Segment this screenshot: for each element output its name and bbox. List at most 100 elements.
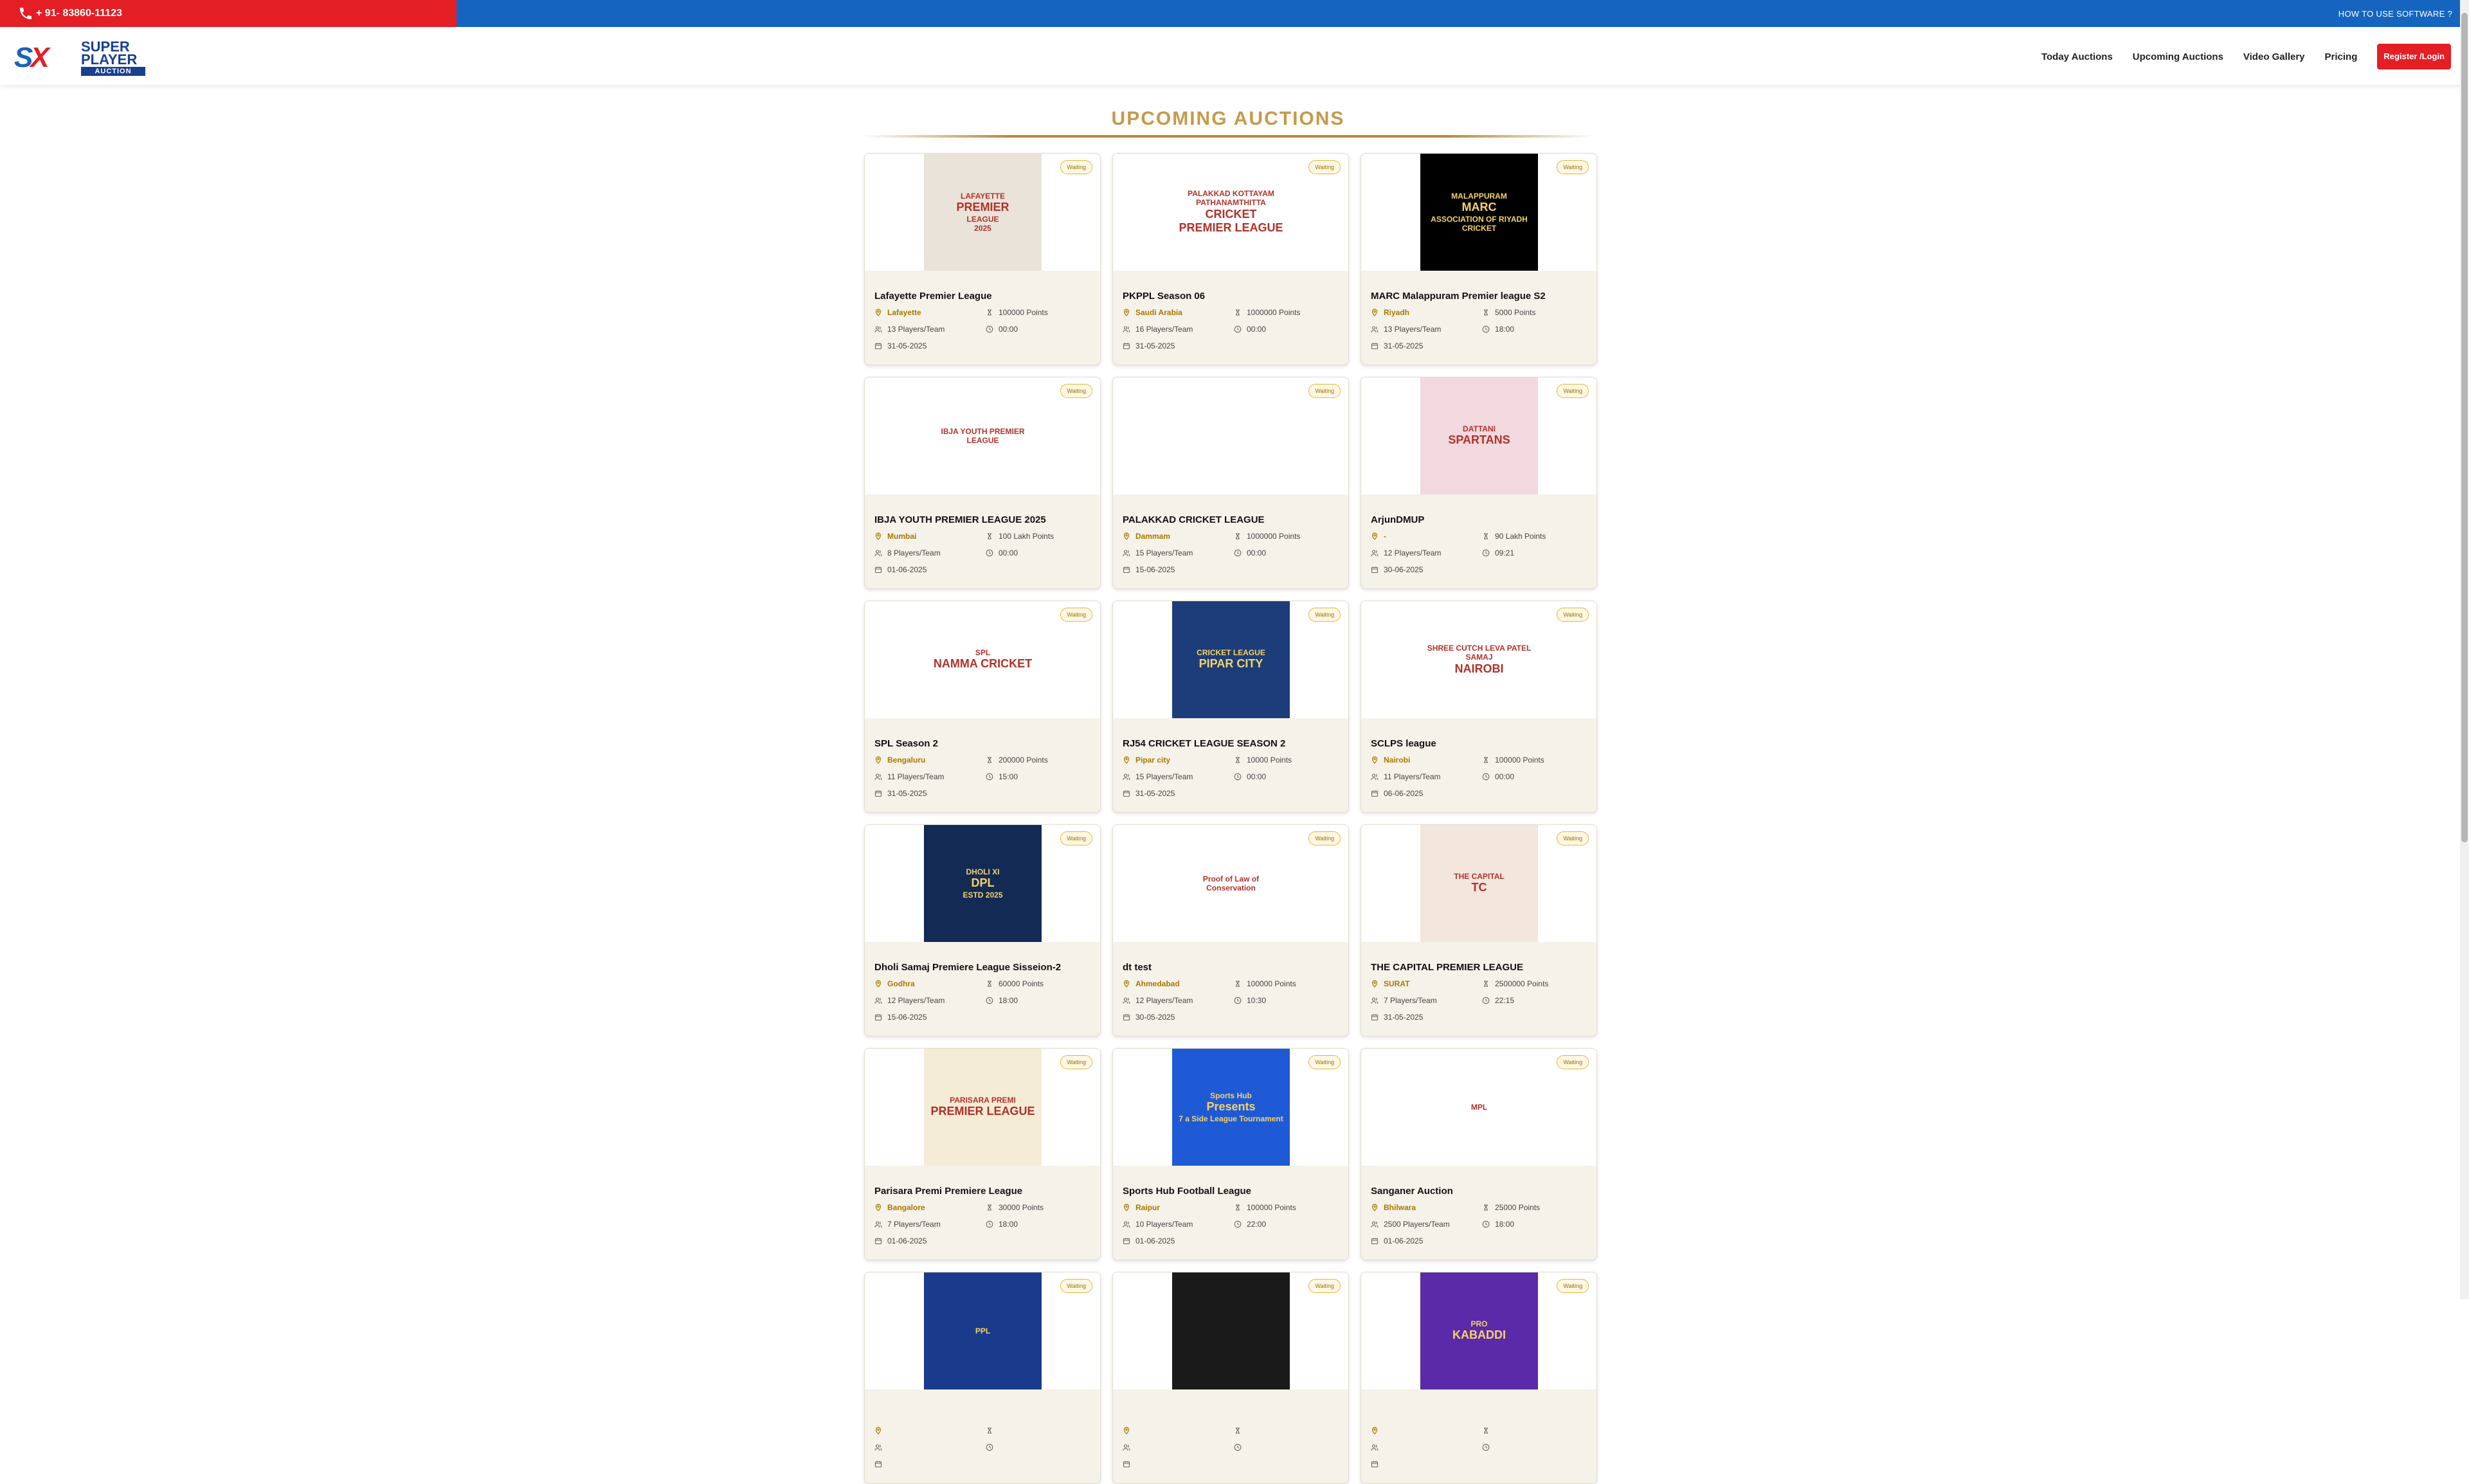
logo-text: KABADDI xyxy=(1452,1328,1506,1342)
nav-pricing[interactable]: Pricing xyxy=(2325,51,2358,62)
auction-logo-area[interactable]: MALAPPURAM MARC ASSOCIATION OF RIYADH CRIC… xyxy=(1361,154,1596,271)
auction-card[interactable]: THE CAPITAL TC Waiting THE CAPITAL PREMIER … xyxy=(1361,824,1597,1036)
points-icon xyxy=(1236,309,1240,316)
auction-title[interactable]: Dholi Samaj Premiere League Sisseion-2 xyxy=(874,962,1061,973)
points-text: 90 Lakh Points xyxy=(1495,532,1546,541)
calendar-icon xyxy=(1371,1238,1379,1245)
auction-card[interactable]: Waiting xyxy=(1112,1272,1349,1484)
league-logo: PALAKKAD KOTTAYAM PATHANAMTHITTA CRICKET … xyxy=(1172,154,1290,271)
auction-card[interactable]: PRO KABADDI Waiting xyxy=(1361,1272,1597,1484)
auction-location: Lafayette xyxy=(874,308,921,317)
date-text: 31-05-2025 xyxy=(887,341,927,350)
auction-title[interactable]: Parisara Premi Premiere League xyxy=(874,1186,1022,1197)
auction-logo-area[interactable]: CRICKET LEAGUE PIPAR CITY Waiting xyxy=(1113,601,1348,718)
status-badge: Waiting xyxy=(1557,608,1589,622)
nav-upcoming-auctions[interactable]: Upcoming Auctions xyxy=(2133,51,2223,62)
auction-logo-area[interactable]: DHOLI XI DPL ESTD 2025 Waiting xyxy=(865,825,1100,942)
players-icon xyxy=(1123,774,1130,781)
points-icon xyxy=(1236,1427,1240,1434)
phone-number[interactable]: + 91- 83860-11123 xyxy=(36,8,122,19)
points-icon xyxy=(988,981,991,987)
points-icon xyxy=(988,533,991,539)
location-text: Bengaluru xyxy=(887,756,926,765)
auction-card[interactable]: Sports Hub Presents 7 a Side League Tourna… xyxy=(1112,1048,1349,1260)
auction-card[interactable]: PPL Waiting xyxy=(864,1272,1101,1484)
time-icon xyxy=(1482,997,1490,1004)
auction-card[interactable]: Proof of Law of Conservation Waiting dt te… xyxy=(1112,824,1349,1036)
auction-logo-area[interactable]: IBJA YOUTH PREMIER LEAGUE Waiting xyxy=(865,377,1100,494)
auction-title[interactable]: PKPPL Season 06 xyxy=(1123,291,1205,302)
auction-title[interactable]: Sanganer Auction xyxy=(1371,1186,1453,1197)
league-logo: THE CAPITAL TC xyxy=(1420,825,1538,942)
auction-logo-area[interactable]: PPL Waiting xyxy=(865,1272,1100,1389)
auction-title[interactable]: MARC Malappuram Premier league S2 xyxy=(1371,291,1546,302)
auction-card[interactable]: DHOLI XI DPL ESTD 2025 Waiting Dholi Samaj P… xyxy=(864,824,1101,1036)
auction-card[interactable]: LAFAYETTE PREMIER LEAGUE 2025 Waiting Lafayet… xyxy=(864,153,1101,365)
auction-logo-area[interactable]: PALAKKAD KOTTAYAM PATHANAMTHITTA CRICKET … xyxy=(1113,154,1348,271)
auction-logo-area[interactable]: Waiting xyxy=(1113,1272,1348,1389)
auction-logo-area[interactable]: MPL Waiting xyxy=(1361,1049,1596,1166)
auction-card[interactable]: DATTANI SPARTANS Waiting ArjunDMUP - 90 Lakh … xyxy=(1361,377,1597,589)
phone-bar[interactable]: + 91- 83860-11123 xyxy=(0,0,457,27)
auction-logo-area[interactable]: THE CAPITAL TC Waiting xyxy=(1361,825,1596,942)
scrollbar-thumb[interactable] xyxy=(2461,13,2468,842)
status-badge: Waiting xyxy=(1308,608,1341,622)
auction-card[interactable]: IBJA YOUTH PREMIER LEAGUE Waiting IBJA YOU… xyxy=(864,377,1101,589)
auction-logo-area[interactable]: Sports Hub Presents 7 a Side League Tourna… xyxy=(1113,1049,1348,1166)
location-icon xyxy=(1123,309,1130,316)
auction-logo-area[interactable]: SHREE CUTCH LEVA PATEL SAMAJ NAIROBI Waiti… xyxy=(1361,601,1596,718)
points-text: 25000 Points xyxy=(1495,1203,1541,1212)
players-icon xyxy=(1371,1444,1379,1451)
auction-logo-area[interactable]: LAFAYETTE PREMIER LEAGUE 2025 Waiting xyxy=(865,154,1100,271)
time-text: 15:00 xyxy=(999,772,1018,781)
players-text: 8 Players/Team xyxy=(887,548,941,557)
points-text: 100000 Points xyxy=(1247,1203,1296,1212)
auction-logo-area[interactable]: SPL NAMMA CRICKET Waiting xyxy=(865,601,1100,718)
auction-points: 100000 Points xyxy=(1482,756,1544,765)
calendar-icon xyxy=(1371,1014,1379,1021)
auction-card[interactable]: PALAKKAD KOTTAYAM PATHANAMTHITTA CRICKET … xyxy=(1112,153,1349,365)
brand-logo[interactable]: SX SUPER PLAYER AUCTION xyxy=(14,40,146,76)
auction-card[interactable]: MALAPPURAM MARC ASSOCIATION OF RIYADH CRIC… xyxy=(1361,153,1597,365)
auction-title[interactable]: PALAKKAD CRICKET LEAGUE xyxy=(1123,514,1265,525)
time-text: 00:00 xyxy=(1247,772,1267,781)
auction-title[interactable]: SCLPS league xyxy=(1371,738,1436,749)
auction-logo-area[interactable]: DATTANI SPARTANS Waiting xyxy=(1361,377,1596,494)
auction-logo-area[interactable]: Waiting xyxy=(1113,377,1348,494)
auction-points: 100000 Points xyxy=(1234,1203,1296,1212)
auction-logo-area[interactable]: Proof of Law of Conservation Waiting xyxy=(1113,825,1348,942)
location-text: Bhilwara xyxy=(1384,1203,1416,1212)
brand-word-3: AUCTION xyxy=(81,67,145,76)
auction-card[interactable]: Waiting PALAKKAD CRICKET LEAGUE Dammam 1000… xyxy=(1112,377,1349,589)
auction-card[interactable]: SHREE CUTCH LEVA PATEL SAMAJ NAIROBI Waiti… xyxy=(1361,601,1597,813)
auction-card[interactable]: MPL Waiting Sanganer Auction Bhilwara 25000 … xyxy=(1361,1048,1597,1260)
auction-logo-area[interactable]: PARISARA PREMI PREMIER LEAGUE Waiting xyxy=(865,1049,1100,1166)
auction-title[interactable]: RJ54 CRICKET LEAGUE SEASON 2 xyxy=(1123,738,1285,749)
points-text: 100 Lakh Points xyxy=(999,532,1054,541)
how-to-use-link[interactable]: HOW TO USE SOFTWARE ? xyxy=(2338,0,2452,27)
auction-title[interactable]: Sports Hub Football League xyxy=(1123,1186,1251,1197)
auction-date: 31-05-2025 xyxy=(1123,341,1175,350)
scrollbar[interactable] xyxy=(2460,0,2469,1299)
location-text: Nairobi xyxy=(1384,756,1411,765)
auction-title[interactable]: ArjunDMUP xyxy=(1371,514,1424,525)
auction-logo-area[interactable]: PRO KABADDI Waiting xyxy=(1361,1272,1596,1389)
auction-card[interactable]: SPL NAMMA CRICKET Waiting SPL Season 2 Benga… xyxy=(864,601,1101,813)
calendar-icon xyxy=(874,1238,882,1245)
auction-title[interactable]: THE CAPITAL PREMIER LEAGUE xyxy=(1371,962,1523,973)
auction-date: 30-05-2025 xyxy=(1123,1013,1175,1022)
nav-today-auctions[interactable]: Today Auctions xyxy=(2041,51,2113,62)
points-text: 1000000 Points xyxy=(1247,532,1301,541)
auction-title[interactable]: IBJA YOUTH PREMIER LEAGUE 2025 xyxy=(874,514,1046,525)
calendar-icon xyxy=(874,790,882,797)
points-icon xyxy=(1236,533,1240,539)
league-logo: PRO KABADDI xyxy=(1420,1272,1538,1389)
register-login-button[interactable]: Register /Login xyxy=(2377,44,2451,69)
auction-title[interactable]: SPL Season 2 xyxy=(874,738,938,749)
nav-video-gallery[interactable]: Video Gallery xyxy=(2243,51,2305,62)
auction-title[interactable]: Lafayette Premier League xyxy=(874,291,992,302)
auction-title[interactable]: dt test xyxy=(1123,962,1152,973)
league-logo: MPL xyxy=(1420,1049,1538,1166)
auction-card[interactable]: PARISARA PREMI PREMIER LEAGUE Waiting Paris… xyxy=(864,1048,1101,1260)
auction-card[interactable]: CRICKET LEAGUE PIPAR CITY Waiting RJ54 CRIC… xyxy=(1112,601,1349,813)
